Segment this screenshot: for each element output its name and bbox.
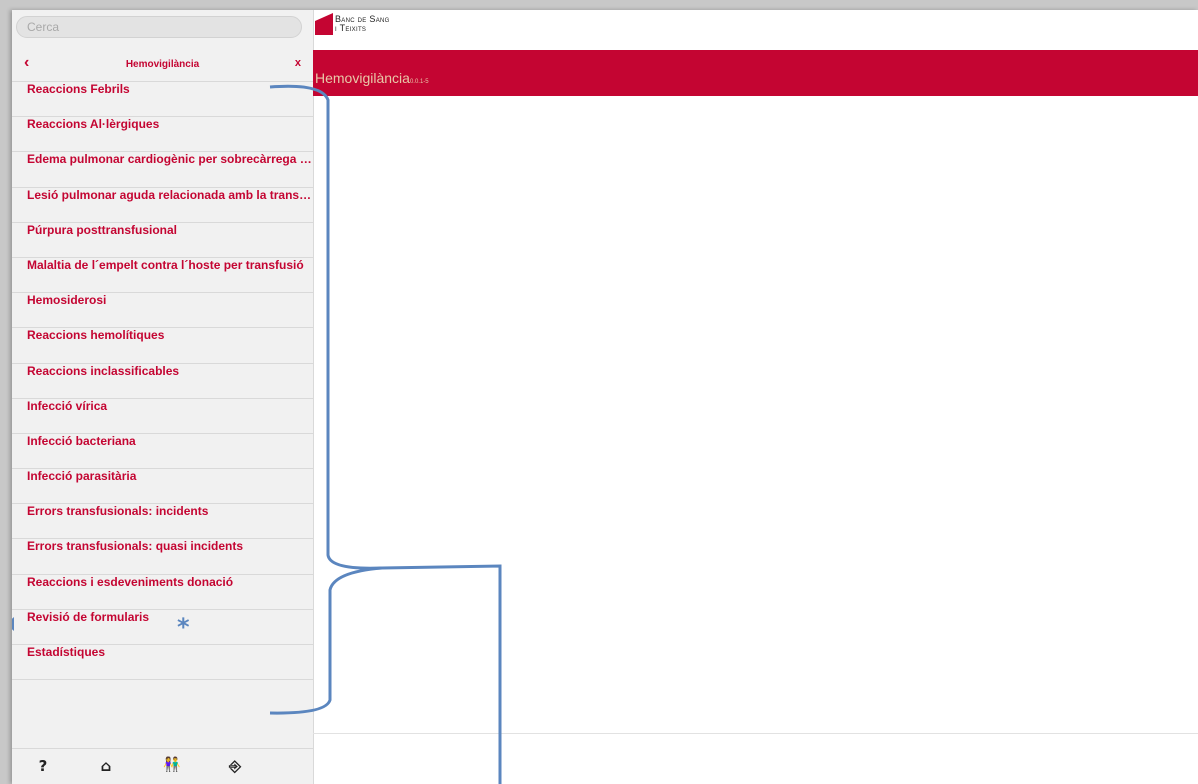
menu-item-estadistiques[interactable]: Estadístiques [12, 645, 313, 681]
menu-header: ‹ Hemovigilància x [12, 48, 313, 82]
help-icon[interactable]: ? [33, 757, 53, 777]
menu-item-infeccio-parasitaria[interactable]: Infecció parasitària [12, 469, 313, 505]
menu-item-edema-pulmonar[interactable]: Edema pulmonar cardiogènic per sobrecàrr… [12, 152, 313, 188]
logo-line-2: i Teixits [335, 23, 367, 33]
logo-mark-icon [315, 13, 333, 35]
page-title-text: Hemovigilància [315, 70, 410, 86]
menu-item-infeccio-bacteriana[interactable]: Infecció bacteriana [12, 434, 313, 470]
menu-item-hemosiderosi[interactable]: Hemosiderosi [12, 293, 313, 329]
menu-item-infeccio-virica[interactable]: Infecció vírica [12, 399, 313, 434]
menu-item-reaccions-allergiques[interactable]: Reaccions Al·lèrgiques [12, 117, 313, 153]
menu-list: Reaccions Febrils Reaccions Al·lèrgiques… [12, 82, 313, 681]
home-icon[interactable]: ⌂ [96, 757, 116, 777]
content-divider [313, 733, 1198, 734]
menu-title: Hemovigilància [125, 59, 200, 70]
menu-item-reaccions-hemolitiques[interactable]: Reaccions hemolítiques [12, 328, 313, 364]
header-bar: Hemovigilància0.0.1-5 [313, 50, 1198, 96]
menu-item-errors-quasi-incidents[interactable]: Errors transfusionals: quasi incidents [12, 539, 313, 575]
search-input[interactable] [16, 16, 302, 38]
menu-item-reaccions-febrils[interactable]: Reaccions Febrils [12, 82, 313, 118]
menu-item-reaccions-donacio[interactable]: Reaccions i esdeveniments donació [12, 575, 313, 610]
app-version: 0.0.1-5 [409, 79, 429, 85]
menu-item-revisio-formularis[interactable]: Revisió de formularis [12, 610, 313, 645]
users-icon[interactable]: 👫 [162, 757, 182, 777]
page-title: Hemovigilància0.0.1-5 [315, 70, 429, 86]
sidebar: ‹ Hemovigilància x Reaccions Febrils Rea… [12, 10, 314, 784]
logo-text: Banc de Sang i Teixits [335, 15, 390, 33]
sidebar-footer: ? ⌂ 👫 ⎆ [12, 748, 313, 784]
close-button[interactable]: x [295, 57, 301, 69]
exit-icon[interactable]: ⎆ [225, 757, 245, 777]
menu-item-errors-incidents[interactable]: Errors transfusionals: incidents [12, 504, 313, 540]
menu-item-reaccions-inclassificables[interactable]: Reaccions inclassificables [12, 364, 313, 399]
app-window: ‹ Hemovigilància x Reaccions Febrils Rea… [12, 10, 1198, 784]
annotation-asterisk: * [177, 613, 190, 641]
menu-item-purpura[interactable]: Púrpura posttransfusional [12, 223, 313, 258]
menu-item-malaltia-empelt[interactable]: Malaltia de l´empelt contra l´hoste per … [12, 258, 313, 294]
menu-item-lesio-pulmonar[interactable]: Lesió pulmonar aguda relacionada amb la … [12, 188, 313, 223]
connector-line [381, 564, 502, 784]
